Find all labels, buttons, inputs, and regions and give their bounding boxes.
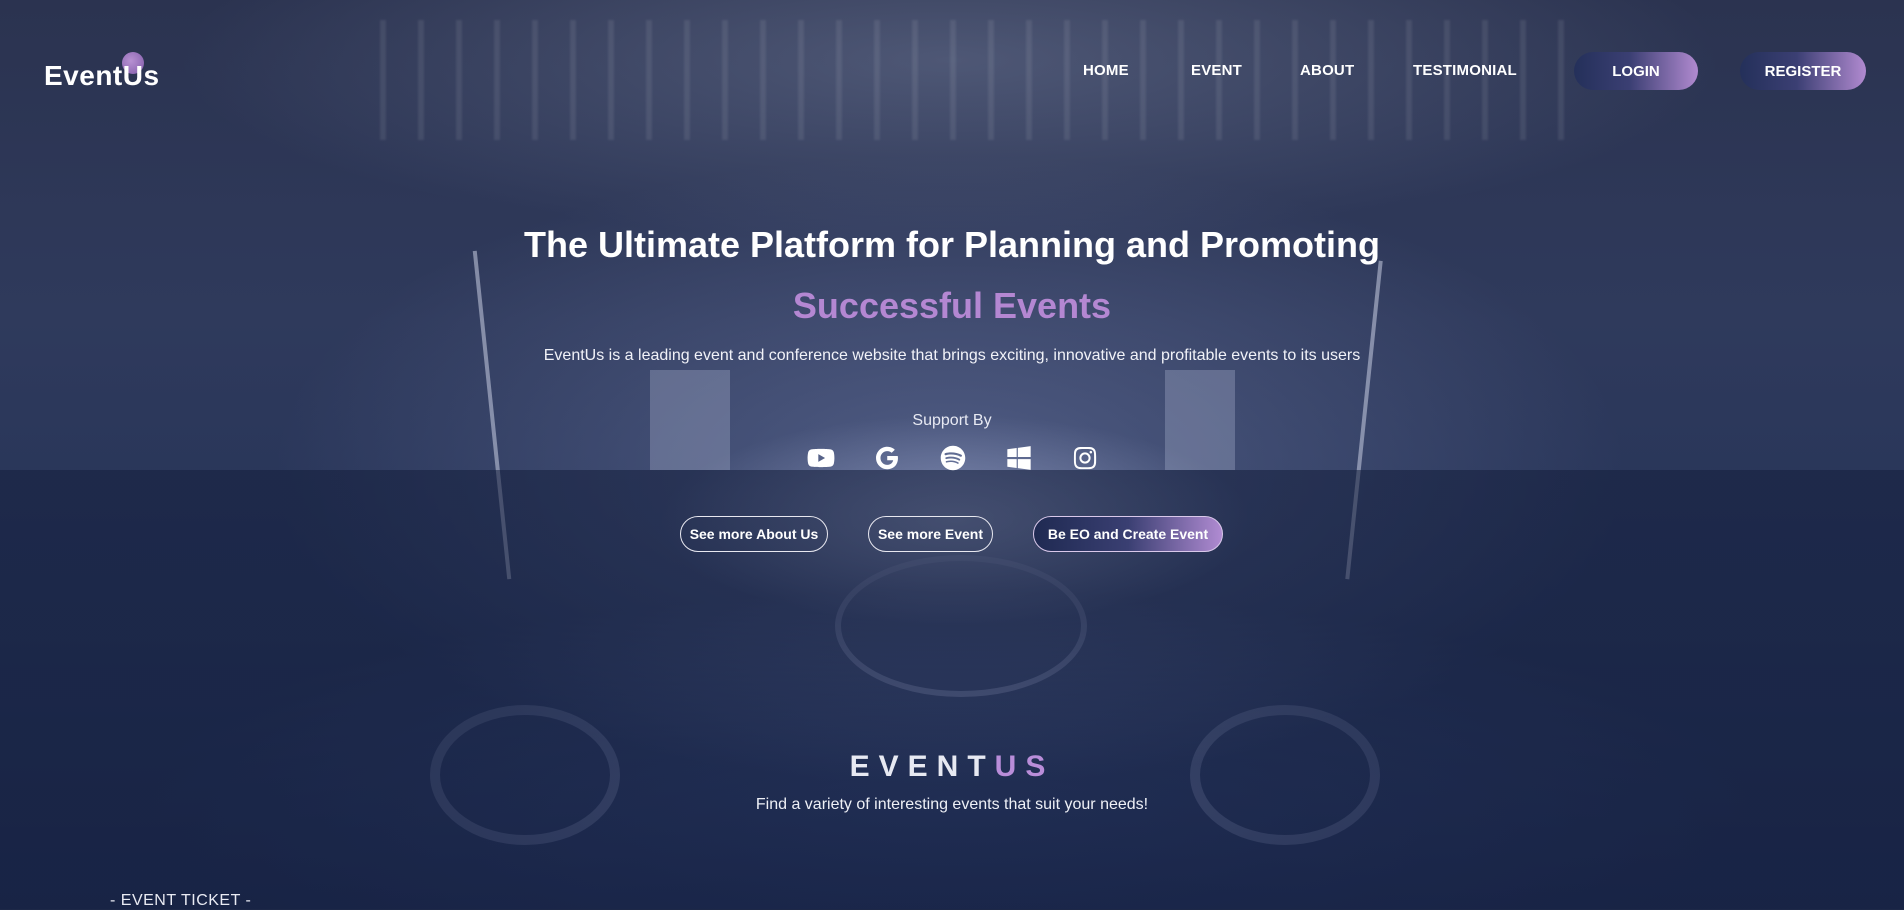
brand-part-event: EVENT	[849, 750, 995, 783]
site-logo[interactable]: EventUs	[44, 60, 160, 92]
nav-home[interactable]: HOME	[1083, 62, 1129, 79]
water-reflection	[380, 20, 1580, 140]
windows-icon[interactable]	[1004, 443, 1034, 473]
google-icon[interactable]	[872, 443, 902, 473]
brand-part-us: US	[994, 750, 1055, 783]
login-button[interactable]: LOGIN	[1574, 52, 1698, 90]
youtube-icon[interactable]	[806, 443, 836, 473]
instagram-icon[interactable]	[1070, 443, 1100, 473]
nav-event[interactable]: EVENT	[1191, 62, 1242, 79]
support-by-label: Support By	[912, 412, 992, 429]
hero-title: The Ultimate Platform for Planning and P…	[523, 224, 1381, 265]
hero-accent-title: Successful Events	[792, 285, 1112, 326]
about-us-button[interactable]: See more About Us	[680, 516, 828, 552]
event-ticket-label: - EVENT TICKET -	[110, 892, 252, 909]
register-button[interactable]: REGISTER	[1740, 52, 1866, 90]
hero-description: EventUs is a leading event and conferenc…	[543, 347, 1361, 364]
nav-about[interactable]: ABOUT	[1300, 62, 1354, 79]
section-brand-title: EVENTUS	[0, 750, 1904, 784]
spotify-icon[interactable]	[938, 443, 968, 473]
create-event-button[interactable]: Be EO and Create Event	[1033, 516, 1223, 552]
see-events-button[interactable]: See more Event	[868, 516, 993, 552]
nav-testimonial[interactable]: TESTIMONIAL	[1413, 62, 1517, 79]
section-subtitle: Find a variety of interesting events tha…	[755, 796, 1149, 813]
